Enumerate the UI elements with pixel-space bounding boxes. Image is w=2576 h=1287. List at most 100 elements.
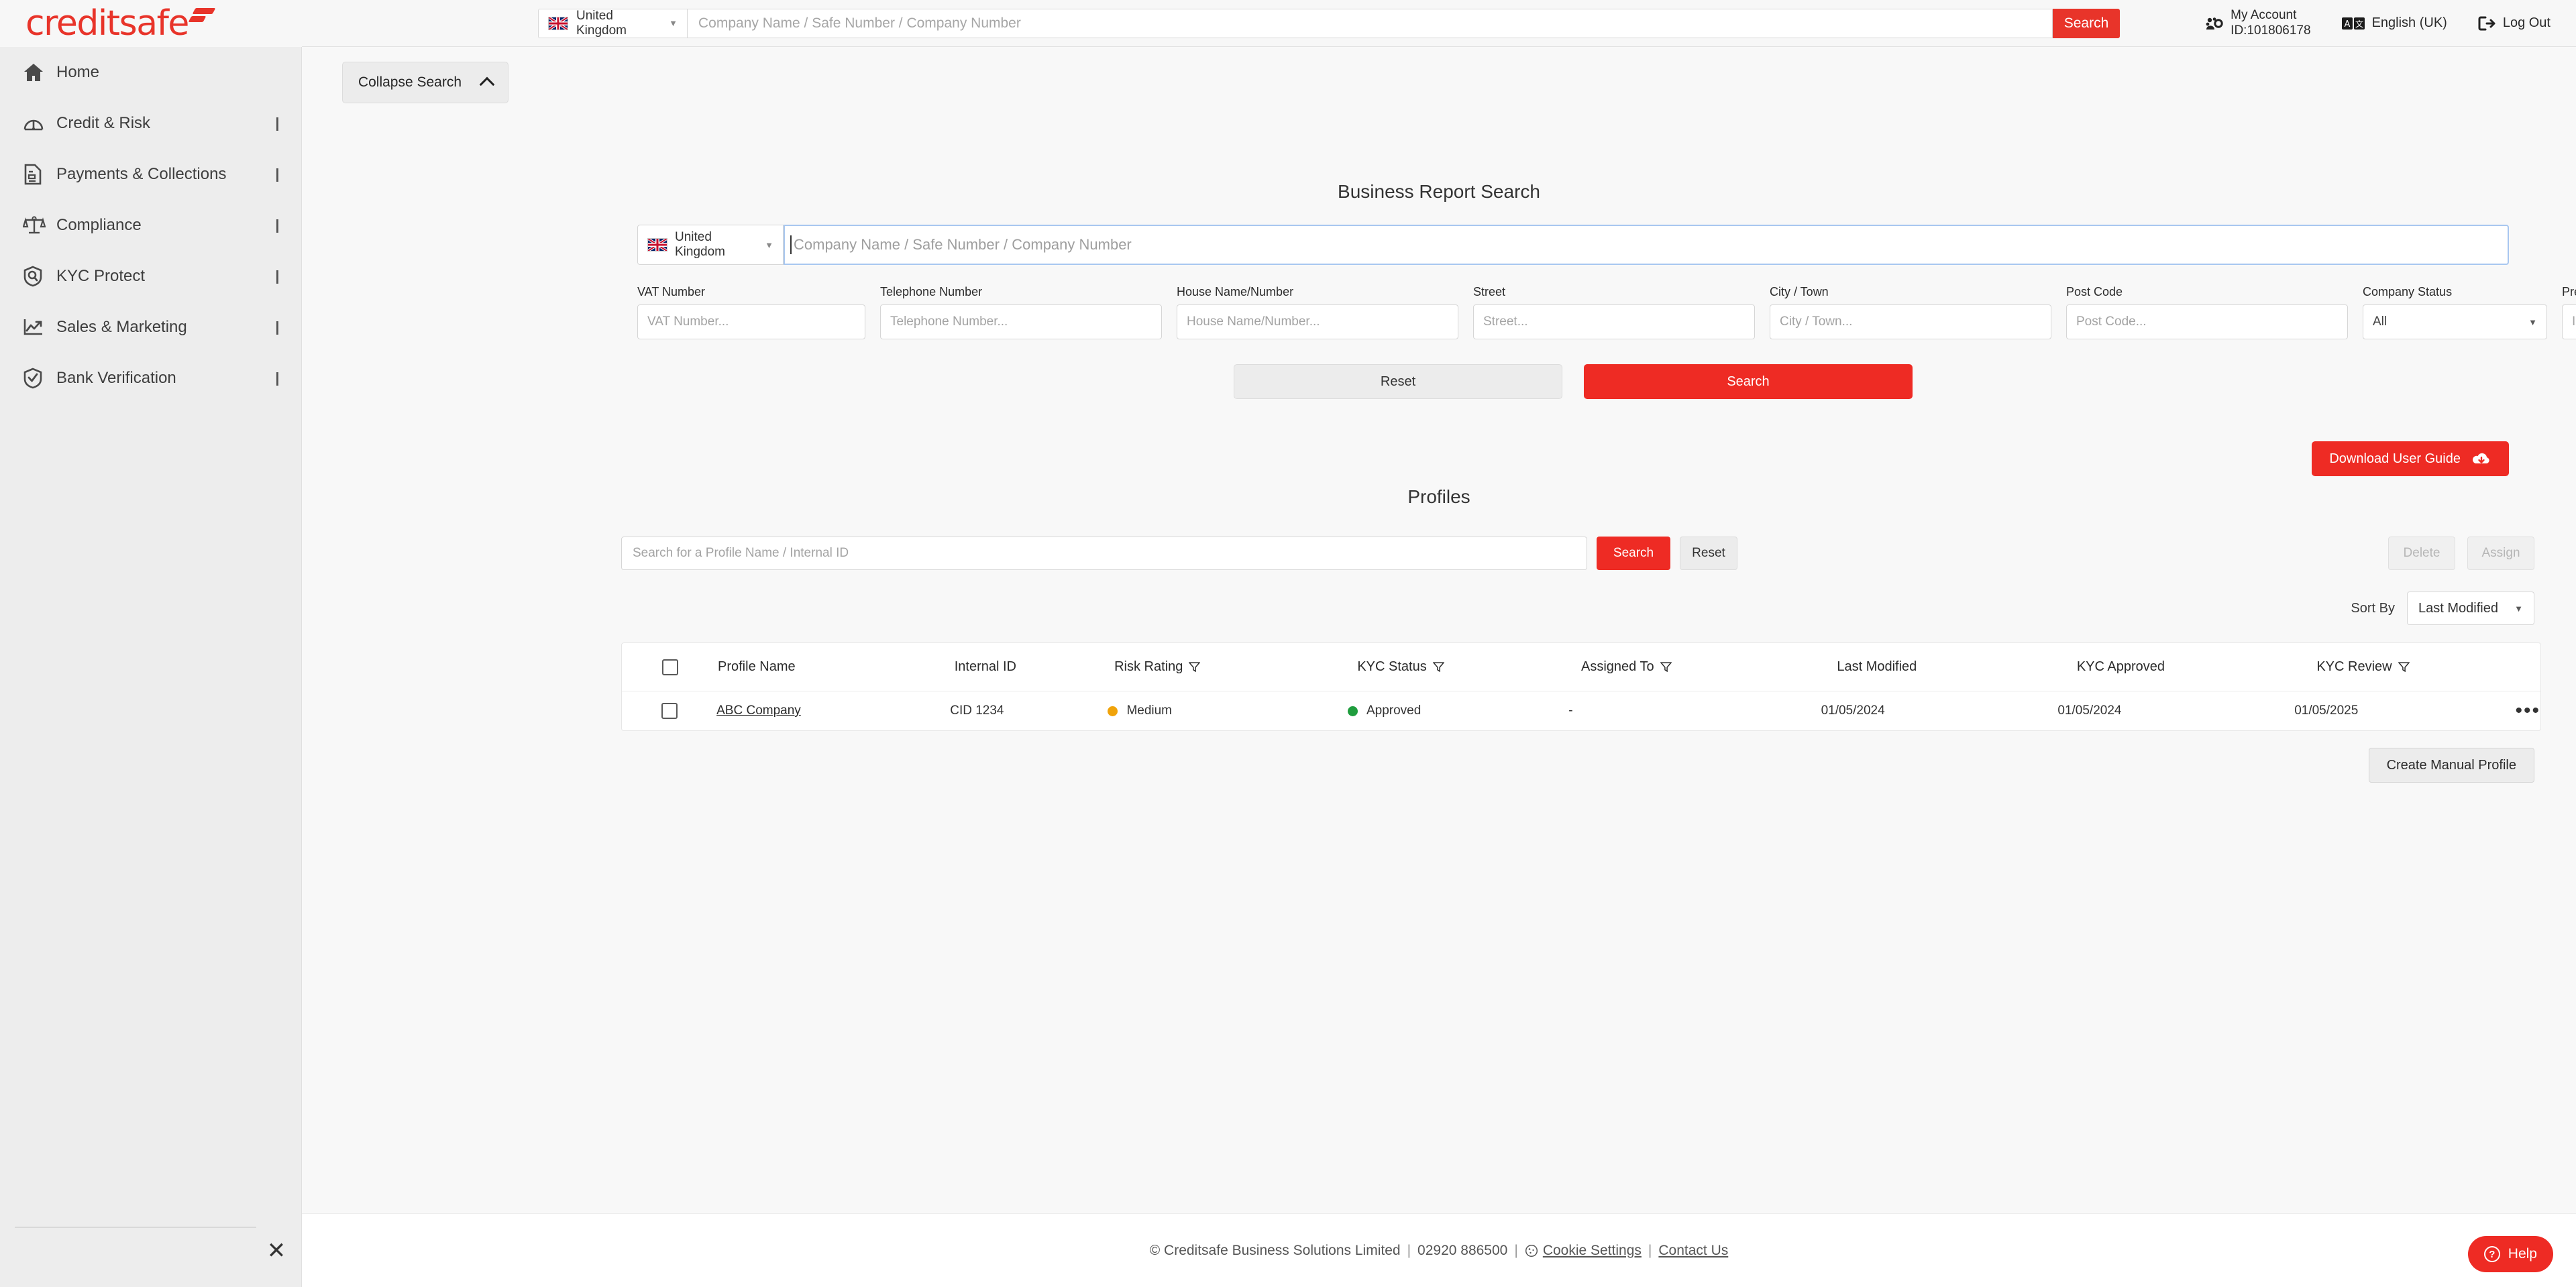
filter-icon[interactable] bbox=[1432, 661, 1444, 673]
header-search-input[interactable]: Company Name / Safe Number / Company Num… bbox=[687, 8, 2053, 38]
table-row[interactable]: ABC Company CID 1234 Medium Approved - 0… bbox=[622, 691, 2540, 730]
post-code-input[interactable]: Post Code... bbox=[2066, 304, 2348, 339]
profile-search-row: Search for a Profile Name / Internal ID … bbox=[621, 537, 1737, 570]
filter-icon[interactable] bbox=[2398, 661, 2410, 673]
column-label: Internal ID bbox=[954, 659, 1016, 674]
field-label: Previous Company Names bbox=[2562, 285, 2576, 298]
column-risk-rating[interactable]: Risk Rating bbox=[1114, 659, 1357, 675]
sidebar-item-sales-and-marketing[interactable]: Sales & Marketing bbox=[0, 302, 301, 353]
field-previous-company-names: Previous Company Names Include previous … bbox=[2562, 285, 2576, 339]
sort-by-group: Sort By Last Modified ▼ bbox=[2351, 592, 2534, 625]
sidebar-item-payments-and-collections[interactable]: Payments & Collections bbox=[0, 149, 301, 200]
profile-search-button[interactable]: Search bbox=[1597, 537, 1670, 570]
download-user-guide-button[interactable]: Download User Guide bbox=[2312, 441, 2509, 476]
field-city-town: City / Town City / Town... bbox=[1770, 285, 2051, 339]
search-submit-button[interactable]: Search bbox=[1584, 364, 1913, 399]
my-account-link[interactable]: My Account ID:101806178 bbox=[2206, 8, 2311, 38]
search-country-selector[interactable]: United Kingdom ▼ bbox=[637, 225, 784, 265]
business-search-input[interactable]: Company Name / Safe Number / Company Num… bbox=[784, 225, 2509, 265]
field-house-name-number: House Name/Number House Name/Number... bbox=[1177, 285, 1458, 339]
select-all-checkbox[interactable] bbox=[661, 659, 678, 675]
collapse-search-button[interactable]: Collapse Search bbox=[342, 62, 508, 103]
account-label: My Account bbox=[2231, 8, 2297, 23]
field-company-status: Company Status All ▼ bbox=[2363, 285, 2547, 339]
company-status-select[interactable]: All ▼ bbox=[2363, 304, 2547, 339]
kyc-status-label: Approved bbox=[1366, 704, 1421, 718]
footer-separator: | bbox=[1407, 1242, 1411, 1258]
sidebar-item-compliance[interactable]: Compliance bbox=[0, 200, 301, 251]
field-label: House Name/Number bbox=[1177, 285, 1294, 298]
business-report-search-title: Business Report Search bbox=[1338, 181, 1540, 202]
sidebar-item-label: KYC Protect bbox=[56, 267, 146, 285]
vat-number-input[interactable]: VAT Number... bbox=[637, 304, 865, 339]
placeholder: Include previous names? bbox=[2572, 315, 2576, 329]
column-kyc-review[interactable]: KYC Review bbox=[2316, 659, 2540, 675]
kyc-status-dot bbox=[1347, 706, 1358, 716]
header-country-label: United Kingdom bbox=[576, 8, 627, 38]
sidebar-item-kyc-protect[interactable]: KYC Protect bbox=[0, 251, 301, 302]
column-kyc-status[interactable]: KYC Status bbox=[1357, 659, 1581, 675]
business-search-row: United Kingdom ▼ Company Name / Safe Num… bbox=[637, 225, 2509, 265]
column-internal-id[interactable]: Internal ID bbox=[955, 659, 1114, 675]
contact-us-link[interactable]: Contact Us bbox=[1658, 1243, 1728, 1259]
help-label: Help bbox=[2508, 1246, 2537, 1262]
column-label: Last Modified bbox=[1837, 659, 1917, 674]
row-select-cell bbox=[622, 703, 716, 719]
house-name-number-input[interactable]: House Name/Number... bbox=[1177, 304, 1458, 339]
sidebar-item-label: Compliance bbox=[56, 216, 142, 234]
logout-label: Log Out bbox=[2502, 15, 2551, 30]
filter-icon[interactable] bbox=[1660, 661, 1672, 673]
create-manual-profile-button[interactable]: Create Manual Profile bbox=[2368, 748, 2534, 783]
row-checkbox[interactable] bbox=[661, 703, 678, 719]
help-button[interactable]: ? Help bbox=[2467, 1236, 2553, 1272]
city-town-input[interactable]: City / Town... bbox=[1770, 304, 2051, 339]
field-label: VAT Number bbox=[637, 285, 706, 298]
shield-search-icon bbox=[23, 266, 54, 287]
profile-reset-button[interactable]: Reset bbox=[1680, 537, 1737, 570]
cell-kyc-approved: 01/05/2024 bbox=[2057, 704, 2122, 718]
row-more-menu-icon[interactable]: ••• bbox=[2516, 701, 2541, 721]
chevron-up-icon bbox=[479, 76, 495, 92]
language-selector[interactable]: A 文 English (UK) bbox=[2341, 15, 2447, 31]
document-icon bbox=[23, 164, 54, 185]
sidebar: Home Credit & Risk Payments & Collection… bbox=[0, 47, 302, 1287]
placeholder: Telephone Number... bbox=[890, 315, 1008, 329]
brand-logo[interactable]: creditsafe bbox=[0, 0, 302, 47]
column-assigned-to[interactable]: Assigned To bbox=[1581, 659, 1837, 675]
logout-link[interactable]: Log Out bbox=[2478, 15, 2551, 31]
cookie-icon bbox=[1525, 1244, 1538, 1257]
chevron-down-icon bbox=[276, 117, 278, 131]
telephone-number-input[interactable]: Telephone Number... bbox=[880, 304, 1162, 339]
header-search-button[interactable]: Search bbox=[2053, 8, 2120, 38]
sort-by-select[interactable]: Last Modified ▼ bbox=[2407, 592, 2534, 625]
filter-icon[interactable] bbox=[1189, 661, 1201, 673]
chevron-down-icon: ▼ bbox=[765, 239, 773, 250]
search-reset-button[interactable]: Reset bbox=[1234, 364, 1562, 399]
street-input[interactable]: Street... bbox=[1473, 304, 1755, 339]
cookie-settings-link[interactable]: Cookie Settings bbox=[1543, 1243, 1642, 1259]
main-content: Collapse Search Business Report Search U… bbox=[302, 47, 2576, 1287]
footer: © Creditsafe Business Solutions Limited … bbox=[302, 1213, 2576, 1287]
column-last-modified[interactable]: Last Modified bbox=[1837, 659, 2077, 675]
column-profile-name[interactable]: Profile Name bbox=[718, 659, 955, 675]
delete-button[interactable]: Delete bbox=[2388, 537, 2455, 570]
profile-search-input[interactable]: Search for a Profile Name / Internal ID bbox=[621, 537, 1587, 570]
profile-name-link[interactable]: ABC Company bbox=[716, 704, 801, 718]
previous-company-names-select[interactable]: Include previous names? ▼ bbox=[2562, 304, 2576, 339]
assign-button[interactable]: Assign bbox=[2467, 537, 2534, 570]
field-label: Street bbox=[1473, 285, 1506, 298]
column-kyc-approved[interactable]: KYC Approved bbox=[2077, 659, 2317, 675]
column-label: Assigned To bbox=[1581, 659, 1654, 674]
footer-copyright: © Creditsafe Business Solutions Limited bbox=[1149, 1242, 1401, 1258]
sidebar-close-icon[interactable]: ✕ bbox=[263, 1237, 290, 1264]
sidebar-item-credit-and-risk[interactable]: Credit & Risk bbox=[0, 98, 301, 149]
sidebar-item-home[interactable]: Home bbox=[0, 47, 301, 98]
field-post-code: Post Code Post Code... bbox=[2066, 285, 2348, 339]
profiles-table: Profile Name Internal ID Risk Rating KYC… bbox=[621, 642, 2541, 731]
sidebar-item-label: Bank Verification bbox=[56, 369, 176, 387]
cell-profile-name: ABC Company bbox=[716, 704, 950, 718]
header-country-selector[interactable]: United Kingdom ▼ bbox=[538, 8, 687, 38]
account-users-icon bbox=[2206, 17, 2223, 30]
footer-separator: | bbox=[1648, 1242, 1652, 1258]
sidebar-item-bank-verification[interactable]: Bank Verification bbox=[0, 353, 301, 404]
